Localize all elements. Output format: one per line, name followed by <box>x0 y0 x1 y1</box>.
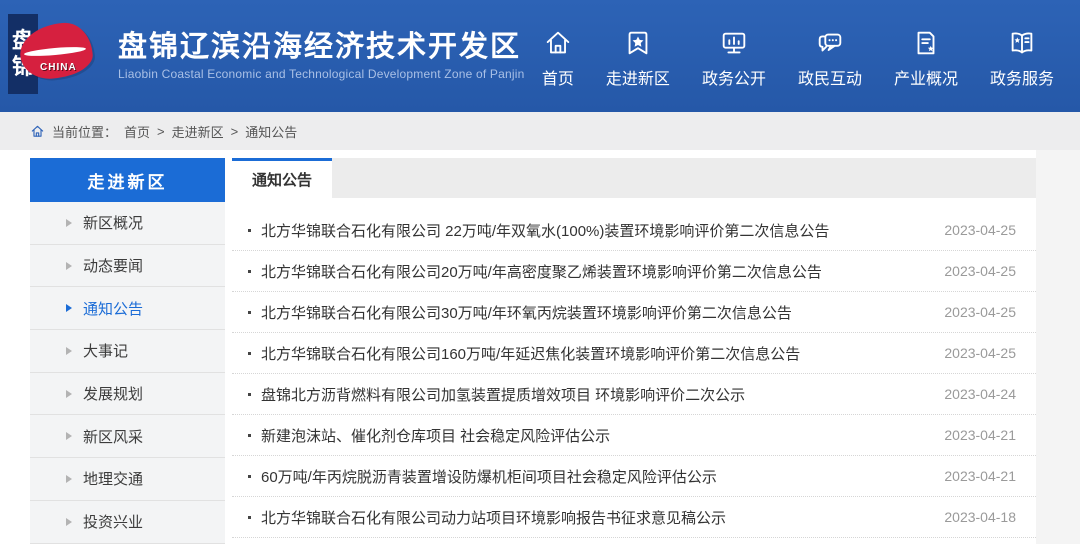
nav-item-label: 政务公开 <box>702 65 766 89</box>
chat-bubbles-icon <box>815 28 845 58</box>
notice-list: 北方华锦联合石化有限公司 22万吨/年双氧水(100%)装置环境影响评价第二次信… <box>232 198 1036 538</box>
nav-item-label: 政务服务 <box>990 65 1054 89</box>
sidebar-item[interactable]: 通知公告 <box>30 287 225 330</box>
sidebar-menu: 新区概况 动态要闻 通知公告 大事记 <box>30 202 225 544</box>
bullet-icon <box>248 516 251 519</box>
sidebar-item-label: 投资兴业 <box>83 511 143 532</box>
main-nav: 首页 走进新区 政务公开 政民互动 产业概况 <box>542 24 1080 89</box>
sidebar-item-label: 动态要闻 <box>83 255 143 276</box>
notice-row[interactable]: 北方华锦联合石化有限公司20万吨/年高密度聚乙烯装置环境影响评价第二次信息公告 … <box>232 251 1036 292</box>
logo-china-label: CHINA <box>40 62 77 73</box>
nav-item[interactable]: 走进新区 <box>606 28 670 89</box>
notice-row[interactable]: 北方华锦联合石化有限公司动力站项目环境影响报告书征求意见稿公示 2023-04-… <box>232 497 1036 538</box>
home-icon <box>543 28 573 58</box>
book-star-icon <box>1007 28 1037 58</box>
nav-item-label: 首页 <box>542 65 574 89</box>
sidebar-item[interactable]: 动态要闻 <box>30 245 225 288</box>
sidebar-item-label: 发展规划 <box>83 383 143 404</box>
bullet-icon <box>248 270 251 273</box>
sidebar-item-label: 地理交通 <box>83 468 143 489</box>
arrow-right-icon <box>66 304 72 312</box>
breadcrumb-prefix: 当前位置： <box>52 122 117 141</box>
notice-title: 60万吨/年丙烷脱沥青装置增设防爆机柜间项目社会稳定风险评估公示 <box>261 466 930 487</box>
bullet-icon <box>248 352 251 355</box>
notice-row[interactable]: 60万吨/年丙烷脱沥青装置增设防爆机柜间项目社会稳定风险评估公示 2023-04… <box>232 456 1036 497</box>
content-area: 走进新区 新区概况 动态要闻 通知公告 <box>30 158 1080 544</box>
nav-item[interactable]: 政民互动 <box>798 28 862 89</box>
breadcrumb-current[interactable]: 通知公告 <box>245 122 297 141</box>
monitor-chart-icon <box>719 28 749 58</box>
notice-date: 2023-04-24 <box>944 386 1036 402</box>
notice-title: 北方华锦联合石化有限公司动力站项目环境影响报告书征求意见稿公示 <box>261 507 930 528</box>
sidebar-item-label: 通知公告 <box>83 298 143 319</box>
nav-item[interactable]: 首页 <box>542 28 574 89</box>
notice-row[interactable]: 北方华锦联合石化有限公司 22万吨/年双氧水(100%)装置环境影响评价第二次信… <box>232 210 1036 251</box>
notice-date: 2023-04-25 <box>944 345 1036 361</box>
site-titles: 盘锦辽滨沿海经济技术开发区 Liaobin Coastal Economic a… <box>118 31 525 81</box>
breadcrumb-separator: > <box>157 124 165 139</box>
arrow-right-icon <box>66 390 72 398</box>
arrow-right-icon <box>66 347 72 355</box>
arrow-right-icon <box>66 518 72 526</box>
arrow-right-icon <box>66 219 72 227</box>
notice-date: 2023-04-21 <box>944 468 1036 484</box>
sidebar-item-label: 新区概况 <box>83 212 143 233</box>
sidebar-item[interactable]: 投资兴业 <box>30 501 225 544</box>
breadcrumb-separator: > <box>231 124 239 139</box>
bookmark-star-icon <box>623 28 653 58</box>
breadcrumb-home[interactable]: 首页 <box>124 122 150 141</box>
notice-row[interactable]: 盘锦北方沥背燃料有限公司加氢装置提质增效项目 环境影响评价二次公示 2023-0… <box>232 374 1036 415</box>
bullet-icon <box>248 229 251 232</box>
arrow-right-icon <box>66 432 72 440</box>
nav-item-label: 产业概况 <box>894 65 958 89</box>
sidebar-item[interactable]: 新区风采 <box>30 415 225 458</box>
sidebar-item[interactable]: 发展规划 <box>30 373 225 416</box>
site-subtitle: Liaobin Coastal Economic and Technologic… <box>118 67 525 81</box>
notice-date: 2023-04-25 <box>944 263 1036 279</box>
nav-item[interactable]: 政务公开 <box>702 28 766 89</box>
notice-title: 北方华锦联合石化有限公司30万吨/年环氧丙烷装置环境影响评价第二次信息公告 <box>261 302 930 323</box>
sidebar-item-label: 新区风采 <box>83 426 143 447</box>
site-header: 盘 锦 CHINA 盘锦辽滨沿海经济技术开发区 Liaobin Coastal … <box>0 0 1080 112</box>
nav-item[interactable]: 产业概况 <box>894 28 958 89</box>
sidebar-item[interactable]: 大事记 <box>30 330 225 373</box>
sidebar-item-label: 大事记 <box>83 340 128 361</box>
bullet-icon <box>248 311 251 314</box>
notice-title: 北方华锦联合石化有限公司 22万吨/年双氧水(100%)装置环境影响评价第二次信… <box>261 220 930 241</box>
document-star-icon <box>911 28 941 58</box>
sidebar-header: 走进新区 <box>30 158 225 202</box>
notice-row[interactable]: 北方华锦联合石化有限公司160万吨/年延迟焦化装置环境影响评价第二次信息公告 2… <box>232 333 1036 374</box>
breadcrumb: 当前位置： 首页 > 走进新区 > 通知公告 <box>0 112 1080 150</box>
sidebar-item[interactable]: 地理交通 <box>30 458 225 501</box>
notice-title: 新建泡沫站、催化剂仓库项目 社会稳定风险评估公示 <box>261 425 930 446</box>
notice-date: 2023-04-25 <box>944 304 1036 320</box>
site-title: 盘锦辽滨沿海经济技术开发区 <box>118 31 525 64</box>
arrow-right-icon <box>66 475 72 483</box>
notice-title: 北方华锦联合石化有限公司20万吨/年高密度聚乙烯装置环境影响评价第二次信息公告 <box>261 261 930 282</box>
site-logo: 盘 锦 CHINA <box>8 4 108 108</box>
notice-row[interactable]: 新建泡沫站、催化剂仓库项目 社会稳定风险评估公示 2023-04-21 <box>232 415 1036 456</box>
nav-item[interactable]: 政务服务 <box>990 28 1054 89</box>
tab-bar: 通知公告 <box>232 158 1036 198</box>
notice-row[interactable]: 北方华锦联合石化有限公司30万吨/年环氧丙烷装置环境影响评价第二次信息公告 20… <box>232 292 1036 333</box>
arrow-right-icon <box>66 262 72 270</box>
bullet-icon <box>248 434 251 437</box>
bullet-icon <box>248 475 251 478</box>
notice-title: 盘锦北方沥背燃料有限公司加氢装置提质增效项目 环境影响评价二次公示 <box>261 384 930 405</box>
nav-item-label: 政民互动 <box>798 65 862 89</box>
nav-item-label: 走进新区 <box>606 65 670 89</box>
notice-date: 2023-04-21 <box>944 427 1036 443</box>
sidebar-item[interactable]: 新区概况 <box>30 202 225 245</box>
notice-title: 北方华锦联合石化有限公司160万吨/年延迟焦化装置环境影响评价第二次信息公告 <box>261 343 930 364</box>
home-icon <box>30 124 45 139</box>
tab-notices[interactable]: 通知公告 <box>232 158 332 198</box>
notice-date: 2023-04-18 <box>944 509 1036 525</box>
bullet-icon <box>248 393 251 396</box>
notice-date: 2023-04-25 <box>944 222 1036 238</box>
breadcrumb-section[interactable]: 走进新区 <box>172 122 224 141</box>
sidebar: 走进新区 新区概况 动态要闻 通知公告 <box>30 158 225 544</box>
main-panel: 通知公告 北方华锦联合石化有限公司 22万吨/年双氧水(100%)装置环境影响评… <box>232 158 1036 544</box>
